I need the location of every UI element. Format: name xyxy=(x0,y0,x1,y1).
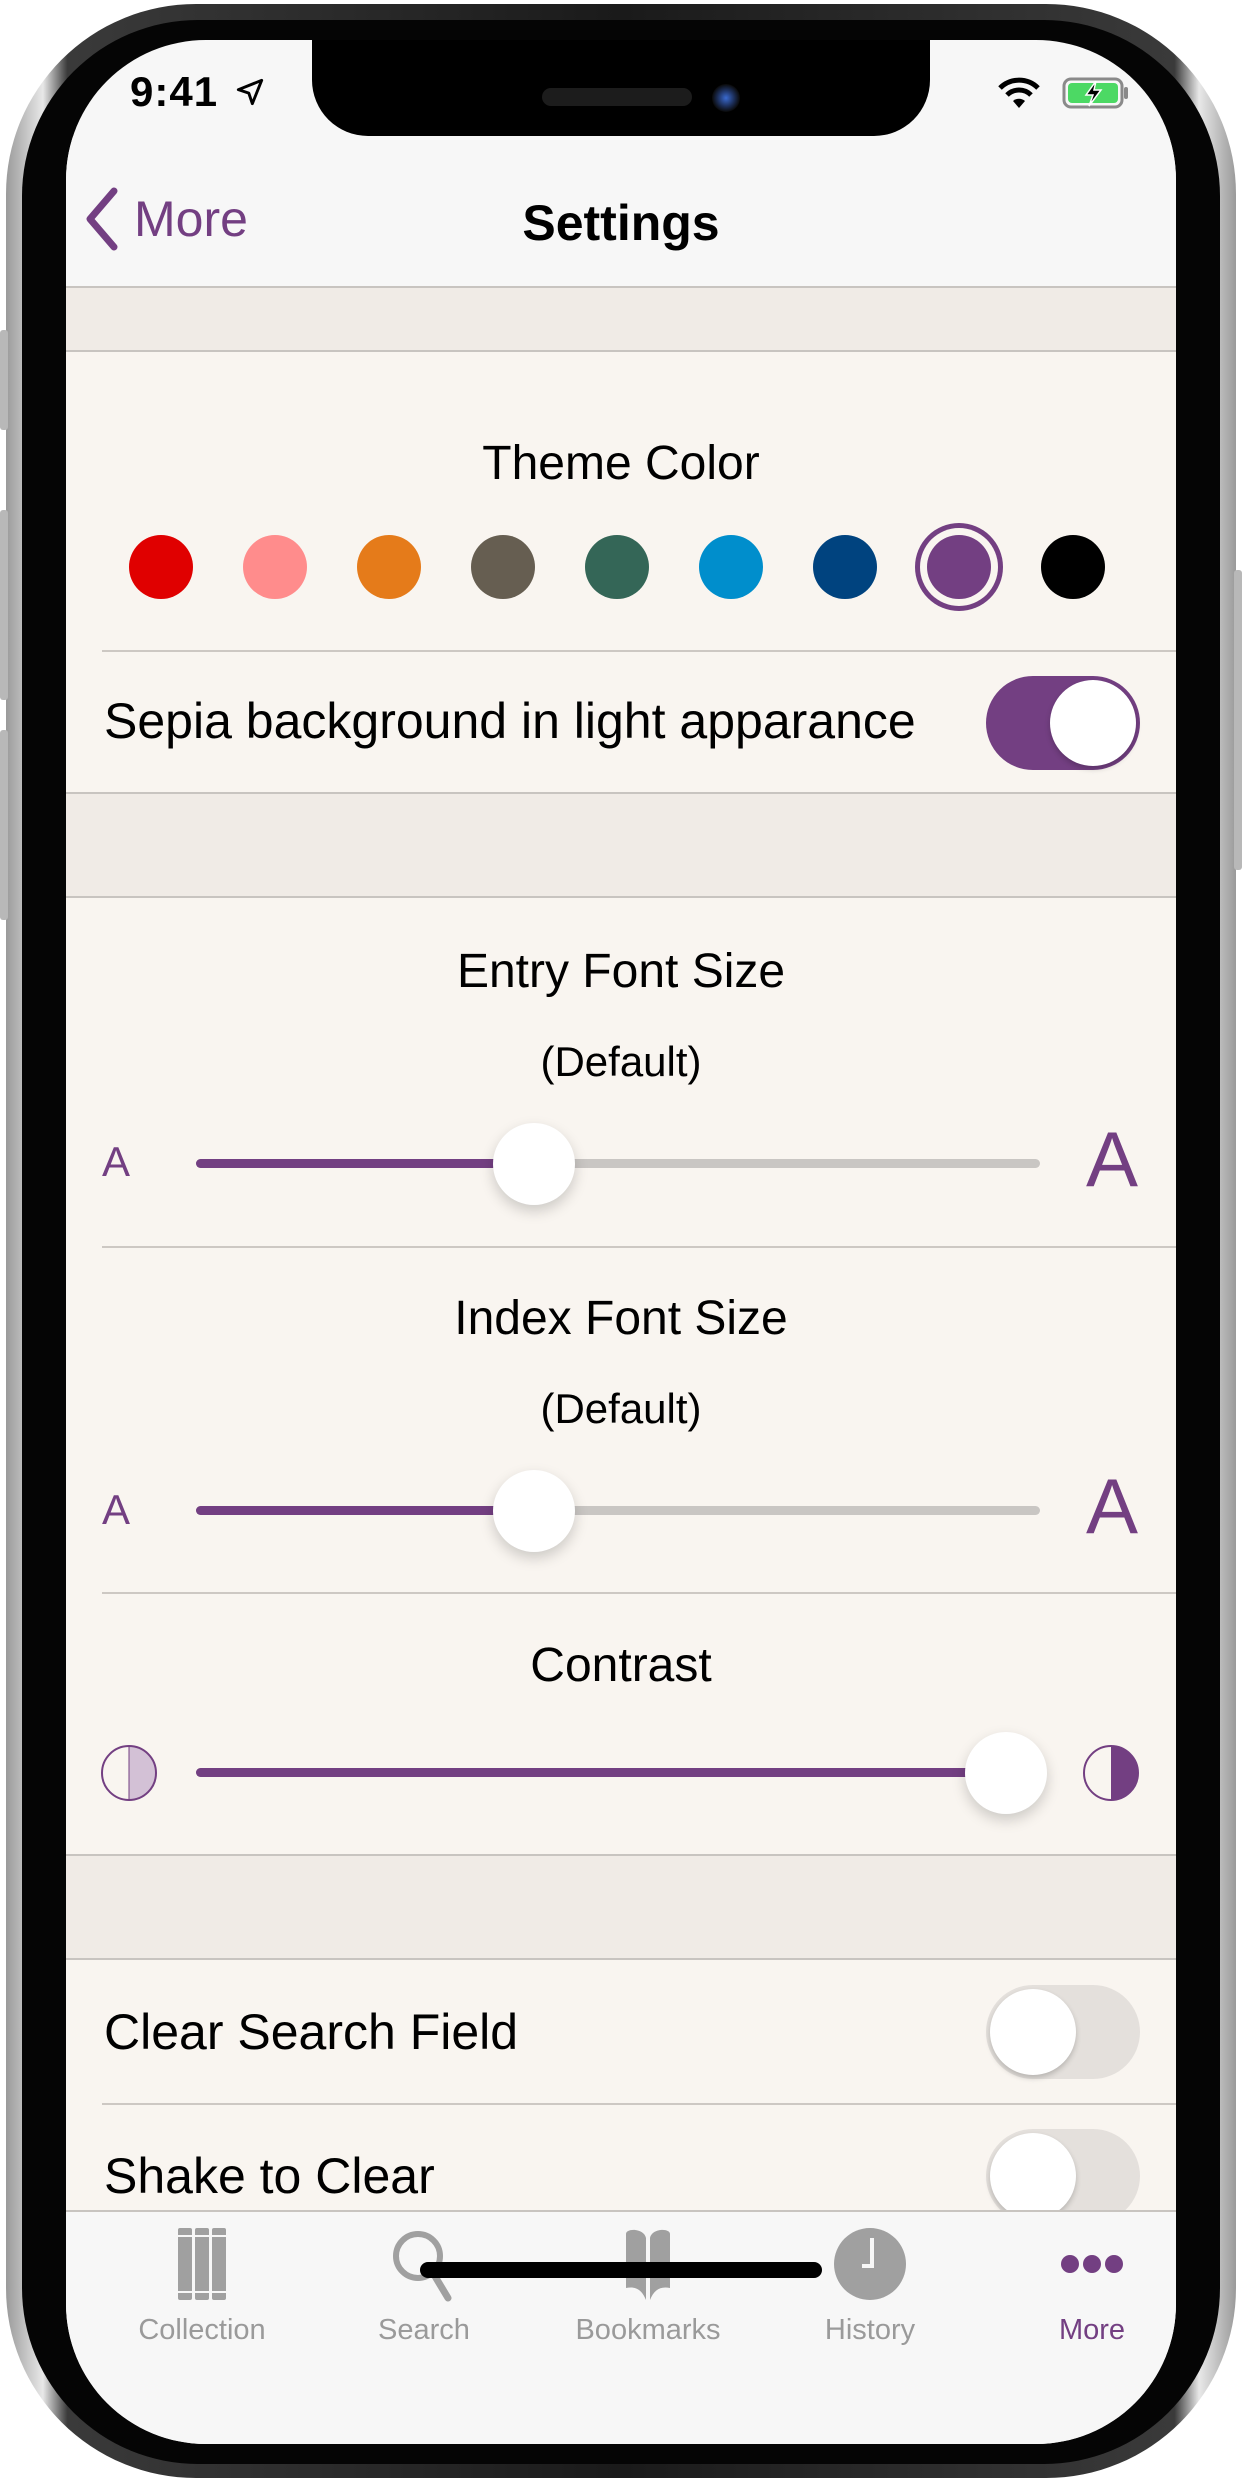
slider-fill xyxy=(196,1159,534,1168)
battery-charging-icon xyxy=(1062,77,1128,109)
theme-color-title: Theme Color xyxy=(482,437,760,490)
tab-bookmarks[interactable]: Bookmarks xyxy=(548,2226,748,2366)
navigation-bar: More Settings xyxy=(66,136,1176,288)
sepia-toggle[interactable] xyxy=(986,676,1140,770)
slider-thumb[interactable] xyxy=(492,1123,575,1205)
toggle-knob xyxy=(990,1989,1076,2075)
slider-fill xyxy=(196,1506,534,1515)
speaker-grille xyxy=(542,88,692,106)
entry-font-slider[interactable] xyxy=(196,1119,1040,1209)
tab-label: Search xyxy=(378,2314,470,2346)
slider-fill xyxy=(196,1768,1007,1777)
font-larger-icon: A xyxy=(1086,1462,1139,1550)
separator xyxy=(102,2103,1176,2105)
home-indicator[interactable] xyxy=(420,2262,822,2278)
slider-thumb[interactable] xyxy=(965,1732,1048,1814)
mute-switch xyxy=(0,330,8,430)
toggle-knob xyxy=(1050,680,1136,766)
power-button xyxy=(1234,570,1242,870)
page-title: Settings xyxy=(522,195,720,251)
separator xyxy=(102,1246,1176,1248)
notch xyxy=(312,40,930,136)
status-time: 9:41 xyxy=(130,68,219,115)
wifi-icon xyxy=(998,77,1040,108)
index-font-slider[interactable] xyxy=(196,1466,1040,1556)
index-font-title: Index Font Size xyxy=(454,1292,788,1345)
separator xyxy=(102,1592,1176,1594)
entry-font-title: Entry Font Size xyxy=(456,945,786,998)
font-larger-icon: A xyxy=(1086,1115,1139,1203)
location-arrow-icon xyxy=(236,78,264,106)
front-camera xyxy=(712,84,740,112)
high-contrast-icon xyxy=(1083,1745,1139,1801)
contrast-title: Contrast xyxy=(530,1639,712,1692)
shake-to-clear-label: Shake to Clear xyxy=(104,2148,435,2204)
phone-frame: 9:41 More Settings Theme Color Sepia bac… xyxy=(0,0,1242,2484)
tab-collection[interactable]: Collection xyxy=(102,2226,302,2366)
clear-search-label: Clear Search Field xyxy=(104,2004,519,2060)
toggle-knob xyxy=(990,2133,1076,2219)
theme-color-orange[interactable] xyxy=(357,535,421,599)
ellipsis-icon xyxy=(1061,2255,1123,2273)
theme-color-red[interactable] xyxy=(129,535,193,599)
volume-up-button xyxy=(0,510,8,700)
tab-label: Bookmarks xyxy=(575,2314,721,2346)
tab-history[interactable]: History xyxy=(770,2226,970,2366)
font-smaller-icon: A xyxy=(102,1486,131,1533)
theme-color-navy[interactable] xyxy=(813,535,877,599)
tab-search[interactable]: Search xyxy=(324,2226,524,2366)
section-spacer xyxy=(66,792,1176,898)
books-icon xyxy=(178,2228,226,2300)
theme-color-pink[interactable] xyxy=(243,535,307,599)
volume-down-button xyxy=(0,730,8,920)
slider-thumb[interactable] xyxy=(492,1470,575,1552)
section-spacer xyxy=(66,1854,1176,1960)
theme-color-taupe[interactable] xyxy=(471,535,535,599)
sepia-label: Sepia background in light apparance xyxy=(104,693,916,749)
entry-font-value: (Default) xyxy=(540,1038,702,1085)
contrast-slider[interactable] xyxy=(196,1728,1048,1818)
theme-color-black[interactable] xyxy=(1041,535,1105,599)
theme-color-purple[interactable] xyxy=(927,535,991,599)
font-smaller-icon: A xyxy=(102,1138,131,1185)
index-font-value: (Default) xyxy=(540,1385,702,1432)
settings-list: Theme Color Sepia background in light ap… xyxy=(66,288,1176,2250)
tab-label: History xyxy=(824,2314,916,2346)
separator xyxy=(102,650,1176,652)
tab-bar: Collection Search Bookmarks History More xyxy=(66,2210,1176,2444)
screen: 9:41 More Settings Theme Color Sepia bac… xyxy=(66,40,1176,2444)
tab-label: More xyxy=(1058,2314,1126,2346)
shake-to-clear-toggle[interactable] xyxy=(986,2129,1140,2223)
low-contrast-icon xyxy=(101,1745,157,1801)
tab-more[interactable]: More xyxy=(992,2226,1176,2366)
theme-color-sky-blue[interactable] xyxy=(699,535,763,599)
theme-color-green[interactable] xyxy=(585,535,649,599)
section-spacer xyxy=(66,288,1176,352)
tab-label: Collection xyxy=(138,2314,266,2346)
clear-search-toggle[interactable] xyxy=(986,1985,1140,2079)
clock-icon xyxy=(834,2228,906,2300)
